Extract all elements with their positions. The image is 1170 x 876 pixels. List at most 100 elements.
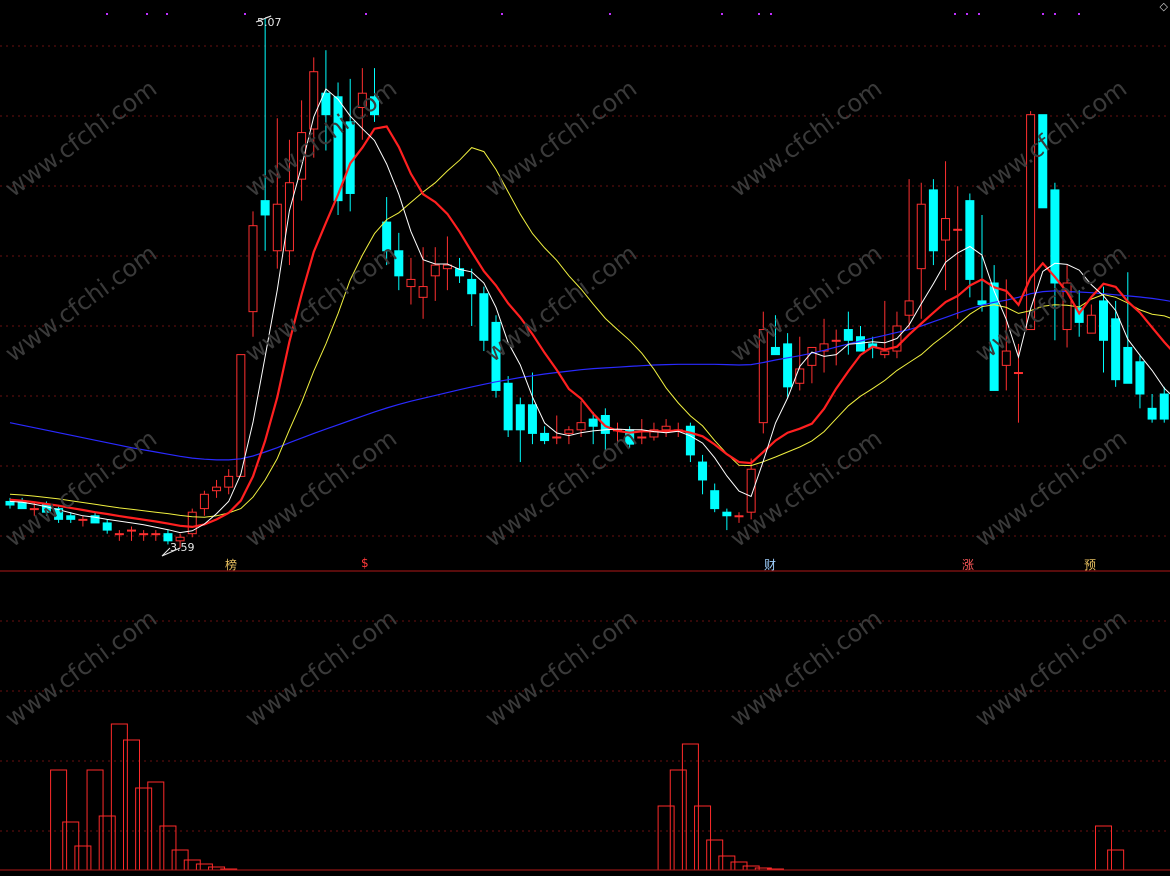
- candle-body: [357, 92, 367, 109]
- high-price-label: 5.07: [257, 16, 282, 29]
- indicator-bar: [183, 859, 201, 871]
- candle-body: [746, 468, 756, 513]
- candle-body: [248, 225, 258, 313]
- candle-body: [698, 461, 708, 481]
- marker-dot: [244, 13, 246, 15]
- candle-body: [880, 350, 890, 356]
- candle-body: [1038, 114, 1048, 209]
- candle-body: [224, 475, 234, 488]
- candle-body: [941, 218, 951, 241]
- candle-body: [953, 228, 963, 231]
- candle-body: [989, 282, 999, 391]
- marker-dot: [721, 13, 723, 15]
- indicator-bar: [98, 815, 116, 871]
- marker-dot: [978, 13, 980, 15]
- indicator-bar: [74, 845, 92, 871]
- candle-body: [783, 343, 793, 388]
- indicator-bar: [669, 769, 687, 871]
- event-flag-bang[interactable]: 榜: [225, 556, 237, 573]
- candle-body: [503, 382, 513, 431]
- indicator-bar: [1107, 849, 1125, 871]
- top-marker-dots: [106, 13, 1080, 15]
- marker-dot: [758, 13, 760, 15]
- low-price-label: 3.59: [170, 541, 195, 554]
- candle-body: [139, 533, 149, 536]
- indicator-bar: [135, 787, 153, 871]
- marker-dot: [106, 13, 108, 15]
- marker-dot: [1042, 13, 1044, 15]
- candle-body: [831, 339, 841, 342]
- candle-body: [515, 404, 525, 431]
- indicator-bar: [681, 743, 699, 871]
- indicator-bars: [50, 723, 1125, 871]
- candle-body: [722, 511, 732, 517]
- candle-body: [284, 182, 294, 252]
- candle-body: [1026, 114, 1036, 331]
- candle-body: [418, 286, 428, 298]
- indicator-bar: [110, 723, 128, 871]
- candle-body: [904, 300, 914, 316]
- candle-body: [965, 200, 975, 280]
- candle-body: [1111, 318, 1121, 381]
- candle-body: [212, 486, 222, 492]
- candle-body: [734, 515, 744, 518]
- candle-body: [527, 404, 537, 434]
- candle-body: [1123, 346, 1133, 384]
- candle-body: [564, 429, 574, 434]
- candle-body: [843, 329, 853, 341]
- candle-body: [807, 346, 817, 366]
- indicator-bar: [694, 805, 712, 871]
- candle-body: [1086, 314, 1096, 334]
- candle-body: [637, 436, 647, 439]
- marker-dot: [966, 13, 968, 15]
- candle-body: [467, 278, 477, 295]
- candle-body: [127, 529, 136, 532]
- candle-body: [430, 264, 440, 277]
- candle-body: [102, 522, 112, 531]
- candle-body: [685, 425, 695, 456]
- candle-body: [479, 293, 489, 341]
- event-flag-yu[interactable]: 预: [1084, 556, 1096, 573]
- candle-body: [795, 368, 805, 384]
- marker-dot: [501, 13, 503, 15]
- candle-body: [588, 418, 598, 427]
- candle-body: [114, 533, 124, 536]
- candle-body: [1013, 372, 1023, 375]
- marker-dot: [166, 13, 168, 15]
- marker-dot: [1054, 13, 1056, 15]
- event-flag-zhang[interactable]: 涨: [962, 556, 974, 573]
- indicator-bar: [718, 855, 736, 871]
- candle-body: [151, 533, 161, 536]
- indicator-bar: [657, 805, 675, 871]
- indicator-bar: [159, 825, 177, 871]
- indicator-bar: [1095, 825, 1112, 871]
- candle-body: [199, 493, 209, 510]
- candle-body: [1099, 300, 1108, 341]
- candle-body: [661, 425, 671, 431]
- candle-body: [78, 518, 88, 521]
- candle-body: [272, 203, 282, 252]
- stock-chart: [0, 13, 1170, 871]
- candle-body: [1135, 361, 1145, 395]
- event-flag-cai[interactable]: 财: [764, 556, 776, 573]
- candle-body: [710, 490, 720, 510]
- candle-body: [29, 508, 39, 511]
- candle-body: [382, 221, 392, 252]
- candle-body: [66, 515, 76, 520]
- candle-body: [552, 436, 562, 439]
- marker-dot: [609, 13, 611, 15]
- candle-body: [928, 189, 938, 252]
- candle-body: [491, 321, 501, 391]
- marker-dot: [1078, 13, 1080, 15]
- candle-body: [1001, 350, 1011, 366]
- indicator-bar: [50, 769, 68, 871]
- corner-diamond-icon[interactable]: ◇: [1160, 0, 1168, 13]
- grid-lines: [0, 45, 1170, 832]
- candle-body: [260, 200, 270, 216]
- candle-body: [394, 250, 404, 277]
- candlesticks: [5, 18, 1169, 548]
- event-flag-dollar[interactable]: $: [361, 556, 369, 570]
- marker-dot: [954, 13, 956, 15]
- candle-body: [1159, 393, 1169, 420]
- candle-body: [916, 203, 926, 270]
